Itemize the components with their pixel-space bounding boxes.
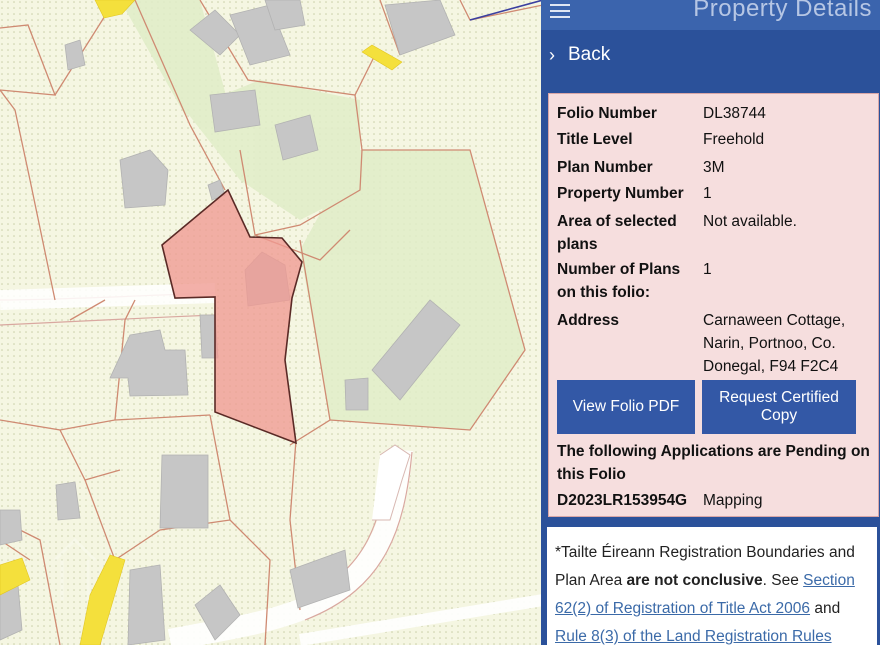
map-view[interactable]	[0, 0, 543, 645]
field-label: Title Level	[557, 131, 633, 148]
field-label: Address	[557, 312, 620, 329]
field-label: Property Number	[557, 185, 684, 202]
back-label: Back	[568, 44, 611, 65]
field-value: 3M	[703, 159, 725, 176]
property-details-panel: Property Details › Back Folio Number DL3…	[541, 0, 880, 645]
application-type: Mapping	[703, 492, 763, 509]
chevron-right-icon: ›	[549, 45, 555, 65]
disclaimer-see: . See	[762, 572, 804, 589]
hamburger-menu-icon[interactable]	[550, 0, 570, 18]
field-value: Not available.	[703, 213, 797, 230]
field-value: Carnaween Cottage, Narin, Portnoo, Co. D…	[703, 312, 846, 375]
field-label: Plan Number	[557, 159, 653, 176]
field-value: DL38744	[703, 105, 766, 122]
field-value: 1	[703, 185, 712, 202]
disclaimer-and: and	[810, 600, 841, 617]
folio-details-box: Folio Number DL38744 Title Level Freehol…	[548, 93, 879, 517]
disclaimer-emphasis: are not conclusive	[626, 572, 763, 589]
pending-applications-heading: The following Applications are Pending o…	[557, 443, 870, 483]
back-button[interactable]: › Back	[541, 38, 880, 78]
field-value: Freehold	[703, 131, 765, 148]
panel-header: Property Details	[541, 0, 880, 30]
application-id: D2023LR153954G	[557, 492, 688, 509]
rule-8-link[interactable]: Rule 8(3) of the Land Registration Rules…	[555, 628, 832, 645]
field-label: Area of selected plans	[557, 213, 677, 253]
boundaries-disclaimer: *Tailte Éireann Registration Boundaries …	[547, 527, 877, 645]
field-label: Folio Number	[557, 105, 657, 122]
field-label: Number of Plans on this folio:	[557, 261, 681, 301]
request-certified-copy-button[interactable]: Request Certified Copy	[702, 380, 856, 434]
panel-title: Property Details	[693, 0, 872, 22]
field-value: 1	[703, 261, 712, 278]
view-folio-pdf-button[interactable]: View Folio PDF	[557, 380, 695, 434]
